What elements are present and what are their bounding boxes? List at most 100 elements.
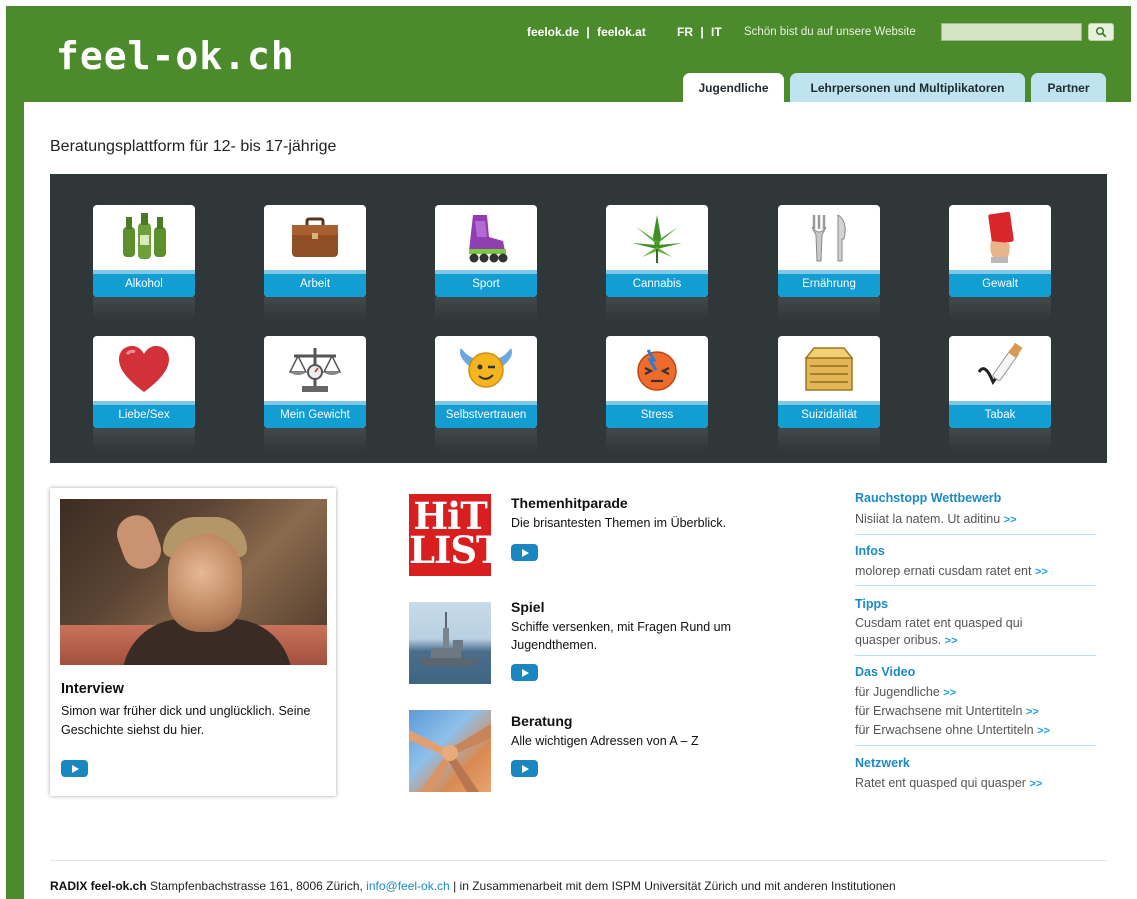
more-link[interactable]: >>	[943, 687, 956, 699]
video-item: für Jugendliche >>	[855, 684, 1095, 702]
play-button[interactable]	[61, 760, 88, 777]
more-link[interactable]: >>	[1037, 725, 1050, 737]
footer-address: Stampfenbachstrasse 161, 8006 Zürich,	[150, 879, 363, 893]
cigarette-icon	[977, 342, 1023, 385]
topic-tile-selbstvertrauen[interactable]: Selbstvertrauen	[435, 336, 537, 428]
feature-desc: Alle wichtigen Adressen von A – Z	[511, 734, 699, 748]
lang-it-link[interactable]: IT	[711, 25, 722, 39]
more-link[interactable]: >>	[1029, 778, 1042, 790]
page-subtitle: Beratungsplattform für 12- bis 17-jährig…	[50, 138, 337, 155]
interview-text: Simon war früher dick und unglücklich. S…	[61, 704, 311, 737]
stressed-face-icon	[637, 348, 677, 391]
topic-tile-arbeit[interactable]: Arbeit	[264, 205, 366, 297]
bottles-icon	[123, 212, 166, 259]
hitlist-image[interactable]: HiT LIST	[409, 494, 491, 576]
feature-title-themenhitparade[interactable]: Themenhitparade	[511, 495, 628, 511]
topic-tile-sport[interactable]: Sport	[435, 205, 537, 297]
play-button[interactable]	[511, 544, 538, 561]
interview-title: Interview	[61, 681, 124, 697]
topics-panel: Alkohol Arbeit Sport Cannabis Ernährung …	[50, 174, 1107, 463]
tipps-desc: Cusdam ratet ent quasped qui quasper ori…	[855, 616, 1023, 647]
interview-card[interactable]: Interview Simon war früher dick und ungl…	[50, 488, 336, 796]
search-input[interactable]	[941, 23, 1082, 41]
topic-label: Ernährung	[778, 270, 880, 297]
footer: RADIX feel-ok.ch Stampfenbachstrasse 161…	[50, 879, 896, 893]
tile-reflection	[606, 297, 708, 321]
hands-image[interactable]	[409, 710, 491, 792]
footer-org: RADIX feel-ok.ch	[50, 879, 147, 893]
box-icon	[804, 346, 854, 391]
lang-separator: |	[700, 25, 704, 39]
link-rauchstopp-wettbewerb[interactable]: Rauchstopp Wettbewerb	[855, 491, 1001, 505]
hitlist-text-2: LIST	[409, 528, 491, 572]
topic-label: Tabak	[949, 401, 1051, 428]
topic-label: Liebe/Sex	[93, 401, 195, 428]
feature-desc: Schiffe versenken, mit Fragen Rund um Ju…	[511, 620, 732, 652]
netzwerk-desc: Ratet ent quasped qui quasper	[855, 776, 1026, 790]
interview-photo[interactable]	[60, 499, 327, 665]
topic-tile-alkohol[interactable]: Alkohol	[93, 205, 195, 297]
top-separator: |	[586, 25, 590, 39]
photo-hand	[111, 510, 167, 574]
topic-label: Cannabis	[606, 270, 708, 297]
more-link[interactable]: >>	[945, 635, 958, 647]
tab-partner[interactable]: Partner	[1031, 73, 1106, 103]
heart-icon	[119, 345, 169, 392]
link-tipps[interactable]: Tipps	[855, 597, 888, 611]
link-infos[interactable]: Infos	[855, 544, 885, 558]
language-links: FR | IT	[677, 25, 722, 39]
tile-reflection	[93, 428, 195, 452]
search-button[interactable]	[1088, 23, 1114, 41]
divider	[855, 745, 1096, 746]
tab-jugendliche[interactable]: Jugendliche	[683, 73, 784, 103]
tile-reflection	[93, 297, 195, 321]
tile-reflection	[606, 428, 708, 452]
tile-reflection	[949, 428, 1051, 452]
more-link[interactable]: >>	[1004, 514, 1017, 526]
feature-title-beratung[interactable]: Beratung	[511, 713, 572, 729]
topic-tile-tabak[interactable]: Tabak	[949, 336, 1051, 428]
video-item-label[interactable]: für Erwachsene ohne Untertiteln	[855, 723, 1034, 737]
play-button[interactable]	[511, 760, 538, 777]
tile-reflection	[435, 297, 537, 321]
tile-reflection	[264, 297, 366, 321]
topic-tile-gewalt[interactable]: Gewalt	[949, 205, 1051, 297]
divider	[855, 655, 1096, 656]
topic-tile-liebe-sex[interactable]: Liebe/Sex	[93, 336, 195, 428]
topic-tile-mein-gewicht[interactable]: Mein Gewicht	[264, 336, 366, 428]
footer-email-link[interactable]: info@feel-ok.ch	[366, 879, 450, 893]
play-button[interactable]	[511, 664, 538, 681]
more-link[interactable]: >>	[1026, 706, 1039, 718]
video-item-label[interactable]: für Jugendliche	[855, 685, 940, 699]
topic-tile-cannabis[interactable]: Cannabis	[606, 205, 708, 297]
link-feelok-de[interactable]: feelok.de	[527, 25, 579, 39]
ship-image[interactable]	[409, 602, 491, 684]
link-das-video[interactable]: Das Video	[855, 665, 915, 679]
footer-divider	[50, 860, 1107, 861]
inline-skate-icon	[469, 214, 508, 262]
video-item: für Erwachsene mit Untertiteln >>	[855, 703, 1095, 721]
top-links: feelok.de | feelok.at	[527, 25, 646, 39]
site-logo[interactable]: feel-ok.ch	[56, 34, 295, 78]
topic-tile-ernaehrung[interactable]: Ernährung	[778, 205, 880, 297]
topic-tile-suizidalitaet[interactable]: Suizidalität	[778, 336, 880, 428]
photo-face	[168, 534, 242, 632]
more-link[interactable]: >>	[1035, 566, 1048, 578]
topic-label: Sport	[435, 270, 537, 297]
tile-reflection	[949, 297, 1051, 321]
warship-graphic	[419, 612, 481, 666]
hands-graphic	[409, 724, 491, 792]
link-netzwerk[interactable]: Netzwerk	[855, 756, 910, 770]
video-item-label[interactable]: für Erwachsene mit Untertiteln	[855, 704, 1022, 718]
feature-title-spiel[interactable]: Spiel	[511, 599, 544, 615]
tile-reflection	[778, 428, 880, 452]
topic-tile-stress[interactable]: Stress	[606, 336, 708, 428]
link-feelok-at[interactable]: feelok.at	[597, 25, 646, 39]
tile-reflection	[778, 297, 880, 321]
winged-smiley-icon	[460, 347, 512, 388]
divider	[855, 534, 1096, 535]
netzwerk-text: Ratet ent quasped qui quasper >>	[855, 775, 1095, 793]
topic-label: Arbeit	[264, 270, 366, 297]
lang-fr-link[interactable]: FR	[677, 25, 693, 39]
tab-lehrpersonen[interactable]: Lehrpersonen und Multiplikatoren	[790, 73, 1025, 103]
